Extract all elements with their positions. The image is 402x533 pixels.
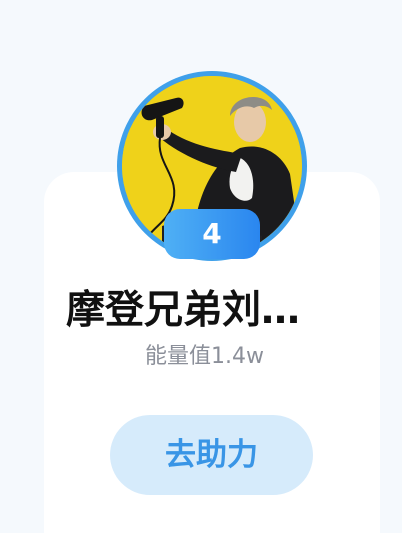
profile-name: 摩登兄弟刘… [66, 288, 301, 333]
help-button[interactable]: 去助力 [110, 415, 313, 495]
support-card-screen: 4 摩登兄弟刘… 能量值1.4w 去助力 [0, 0, 402, 533]
energy-value: 能量值1.4w [145, 344, 264, 369]
rank-badge: 4 [164, 209, 260, 259]
